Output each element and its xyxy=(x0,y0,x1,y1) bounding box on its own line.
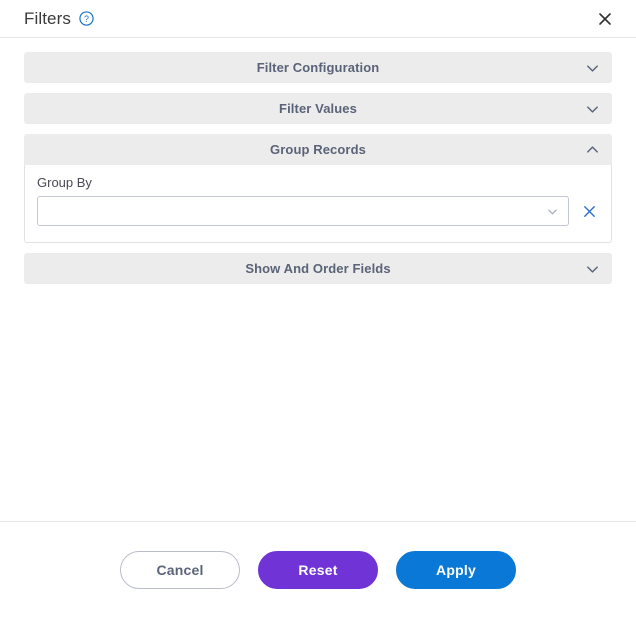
group-by-clear-button[interactable] xyxy=(579,201,599,221)
cancel-button[interactable]: Cancel xyxy=(120,550,240,589)
group-by-row xyxy=(37,196,599,226)
chevron-down-icon[interactable] xyxy=(545,204,560,219)
accordion-title-group-records: Group Records xyxy=(270,142,366,157)
close-button[interactable] xyxy=(592,6,618,32)
accordion-group-records: Group Records Group By xyxy=(24,134,612,243)
dialog-header: Filters ? xyxy=(0,0,636,38)
filters-dialog: Filters ? Filter Configuration Filter Va… xyxy=(0,0,636,617)
dialog-footer: Cancel Reset Apply xyxy=(0,521,636,617)
dialog-title-group: Filters ? xyxy=(24,10,592,27)
accordion-header-show-and-order-fields[interactable]: Show And Order Fields xyxy=(24,253,612,284)
help-circle-icon[interactable]: ? xyxy=(79,11,94,26)
chevron-down-icon[interactable] xyxy=(584,100,601,117)
chevron-down-icon[interactable] xyxy=(584,260,601,277)
dialog-body: Filter Configuration Filter Values Group… xyxy=(0,38,636,521)
reset-button[interactable]: Reset xyxy=(258,550,378,589)
close-icon xyxy=(583,205,595,217)
accordion-header-filter-values[interactable]: Filter Values xyxy=(24,93,612,124)
svg-text:?: ? xyxy=(84,14,89,24)
close-icon xyxy=(599,12,611,25)
group-by-select[interactable] xyxy=(37,196,569,226)
accordion-title-filter-configuration: Filter Configuration xyxy=(256,60,380,75)
page-title: Filters xyxy=(24,9,71,28)
accordion-header-group-records[interactable]: Group Records xyxy=(24,134,612,165)
chevron-down-icon[interactable] xyxy=(584,59,601,76)
group-by-label: Group By xyxy=(37,175,92,190)
apply-button[interactable]: Apply xyxy=(396,550,516,589)
accordion-show-and-order-fields: Show And Order Fields xyxy=(24,253,612,284)
accordion-filter-configuration: Filter Configuration xyxy=(24,52,612,83)
accordion-header-filter-configuration[interactable]: Filter Configuration xyxy=(24,52,612,83)
accordion-title-show-and-order-fields: Show And Order Fields xyxy=(245,261,391,276)
accordion-panel-group-records: Group By xyxy=(24,165,612,243)
accordion-filter-values: Filter Values xyxy=(24,93,612,124)
accordion-title-filter-values: Filter Values xyxy=(279,101,357,116)
chevron-up-icon[interactable] xyxy=(584,141,601,158)
